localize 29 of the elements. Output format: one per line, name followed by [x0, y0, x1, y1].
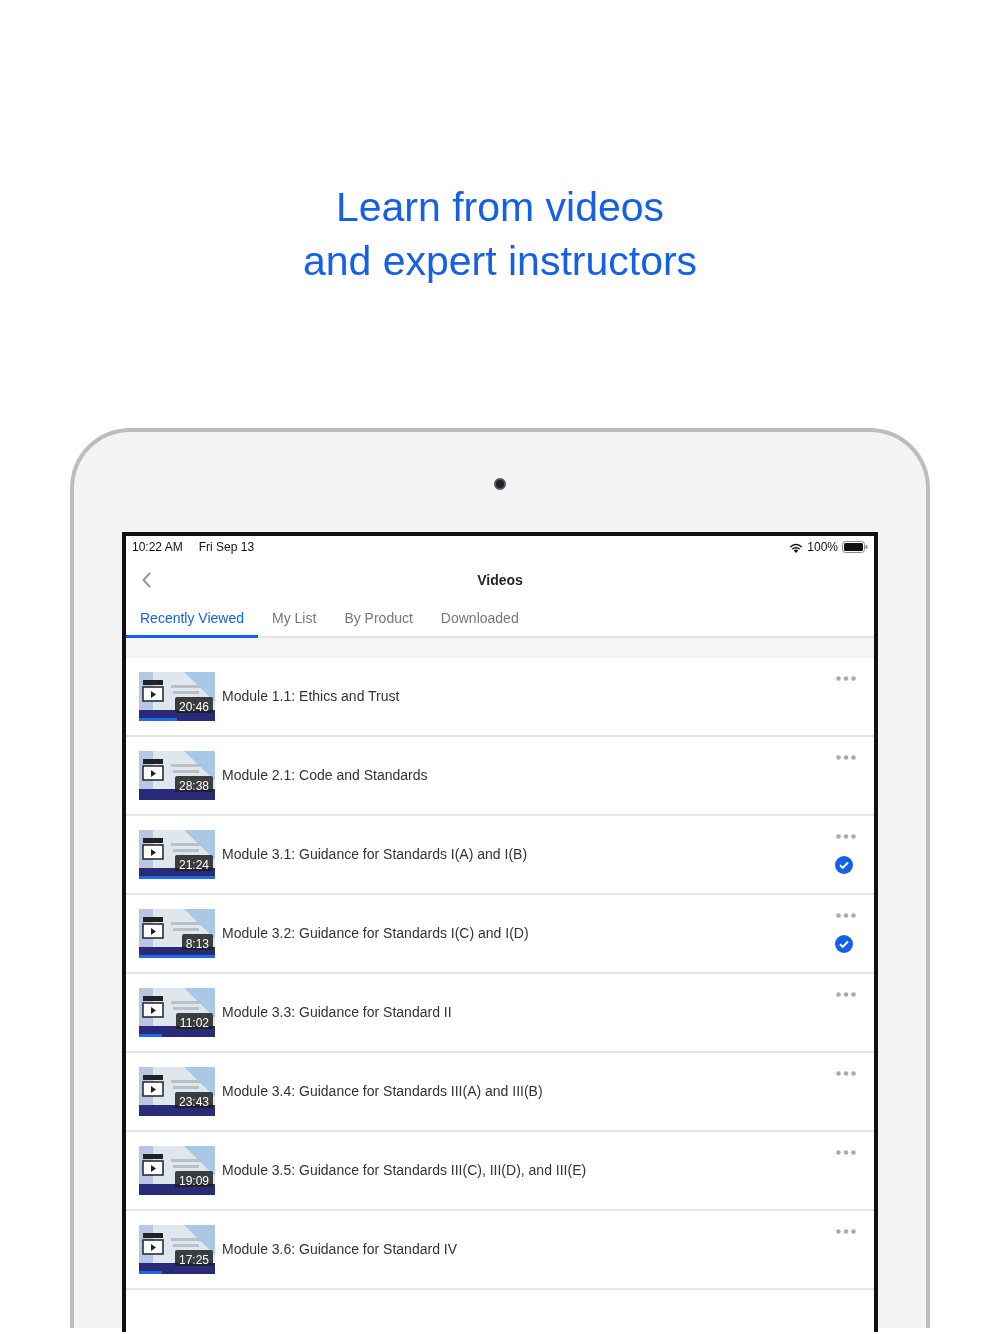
video-title: Module 1.1: Ethics and Trust [222, 687, 400, 706]
headline-line: Learn from videos [334, 183, 666, 232]
headline-line: and expert instructors [301, 237, 699, 286]
more-icon[interactable] [836, 834, 856, 839]
nav-title: Videos [477, 570, 523, 590]
status-time: 10:22 AM [132, 539, 183, 556]
more-icon[interactable] [836, 1071, 856, 1076]
battery-icon [842, 541, 868, 553]
back-icon[interactable] [142, 572, 151, 588]
more-icon[interactable] [836, 676, 856, 681]
camera-dot [494, 478, 506, 490]
video-title: Module 3.1: Guidance for Standards I(A) and I(B) [222, 845, 528, 864]
more-icon[interactable] [836, 1150, 856, 1155]
more-icon[interactable] [836, 913, 856, 918]
wifi-icon [789, 541, 804, 553]
battery-percent: 100% [807, 539, 838, 556]
video-title: Module 3.6: Guidance for Standard IV [222, 1240, 458, 1259]
video-title: Module 2.1: Code and Standards [222, 766, 428, 785]
video-title: Module 3.2: Guidance for Standards I(C) and I(D) [222, 924, 529, 943]
video-title: Module 3.5: Guidance for Standards III(C), III(D), and III(E) [222, 1161, 587, 1180]
more-icon[interactable] [836, 755, 856, 760]
tab[interactable]: Downloaded [426, 602, 533, 638]
tab[interactable]: My List [258, 602, 331, 638]
more-icon[interactable] [836, 992, 856, 997]
video-title: Module 3.4: Guidance for Standards III(A) and III(B) [222, 1082, 543, 1101]
tab[interactable]: By Product [330, 602, 427, 638]
video-title: Module 3.3: Guidance for Standard II [222, 1003, 452, 1022]
more-icon[interactable] [836, 1229, 856, 1234]
status-date: Fri Sep 13 [198, 539, 255, 556]
